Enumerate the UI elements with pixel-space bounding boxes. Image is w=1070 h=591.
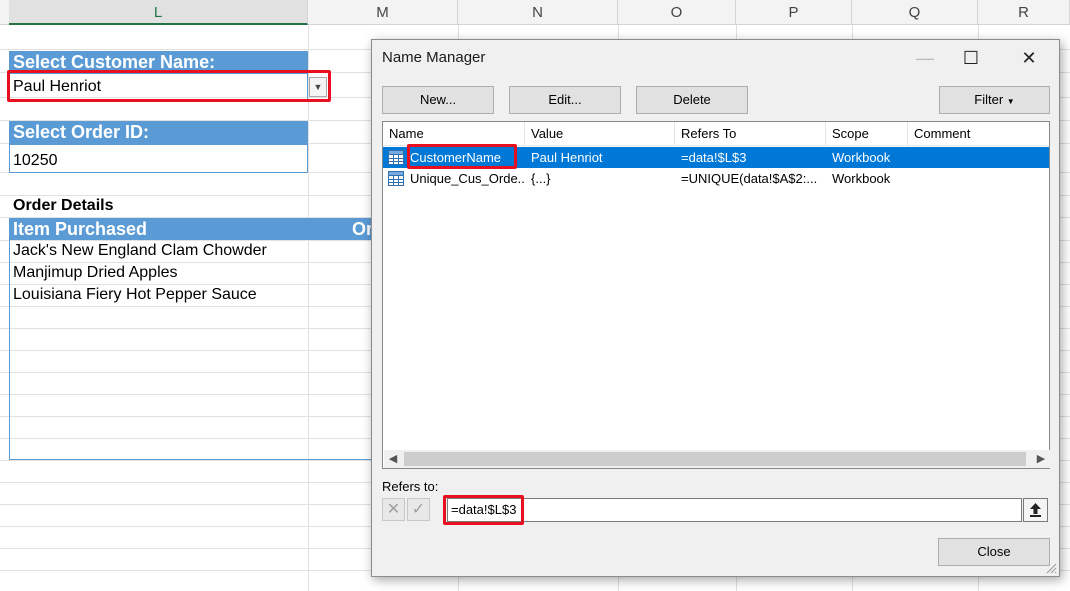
column-header-o[interactable]: O	[618, 0, 736, 25]
refers-to-label: Refers to:	[382, 479, 439, 494]
column-refers-to[interactable]: Refers To	[675, 122, 826, 146]
column-header-m[interactable]: M	[308, 0, 458, 25]
column-scope[interactable]: Scope	[826, 122, 908, 146]
customer-highlight-box	[7, 70, 331, 102]
order-id-cell[interactable]: 10250	[9, 150, 58, 172]
cancel-edit-icon[interactable]: ✕	[382, 498, 405, 521]
upload-arrow-icon	[1030, 503, 1041, 517]
scope-cell: Workbook	[832, 171, 891, 186]
column-header-bar: L M N O P Q R	[0, 0, 1070, 25]
name-cell: Unique_Cus_Orde...	[410, 171, 524, 186]
scroll-left-icon[interactable]: ◀	[384, 450, 402, 468]
scroll-thumb[interactable]	[404, 452, 1026, 466]
edit-button[interactable]: Edit...	[509, 86, 621, 114]
column-header-p[interactable]: P	[736, 0, 852, 25]
value-cell: {...}	[531, 171, 551, 186]
order-details-label: Order Details	[13, 197, 114, 214]
column-header-q[interactable]: Q	[852, 0, 978, 25]
names-list[interactable]: Name Value Refers To Scope Comment Custo…	[382, 121, 1050, 469]
column-name[interactable]: Name	[383, 122, 525, 146]
filter-button[interactable]: Filter ▼	[939, 86, 1050, 114]
resize-grip-icon[interactable]	[1045, 562, 1057, 574]
close-button[interactable]: Close	[938, 538, 1050, 566]
value-cell: Paul Henriot	[531, 150, 603, 165]
list-header: Name Value Refers To Scope Comment	[383, 122, 1049, 146]
dialog-title: Name Manager	[382, 49, 486, 66]
delete-button[interactable]: Delete	[636, 86, 748, 114]
select-order-label: Select Order ID:	[9, 121, 308, 144]
minimize-icon[interactable]: —	[902, 40, 948, 76]
item-purchased-header-text: Item Purchased	[13, 219, 148, 239]
filter-button-label: Filter	[974, 92, 1004, 107]
comment-cell	[914, 168, 1044, 189]
column-value[interactable]: Value	[525, 122, 675, 146]
table-icon	[388, 150, 404, 165]
close-icon[interactable]: ✕	[1006, 40, 1052, 76]
confirm-edit-icon[interactable]: ✓	[407, 498, 430, 521]
name-highlight-box	[407, 144, 517, 169]
comment-cell	[914, 147, 1044, 168]
column-header-r[interactable]: R	[978, 0, 1070, 25]
item-purchased-header: Item Purchased Or	[9, 218, 374, 240]
list-item[interactable]: Unique_Cus_Orde... {...} =UNIQUE(data!$A…	[383, 168, 1049, 189]
item-row[interactable]: Manjimup Dried Apples	[9, 262, 178, 284]
name-manager-dialog: Name Manager — ☐ ✕ New... Edit... Delete…	[371, 39, 1060, 577]
refers-to-highlight-box	[443, 495, 524, 525]
refers-to-cell: =UNIQUE(data!$A$2:...	[681, 171, 818, 186]
chevron-down-icon: ▼	[1006, 97, 1015, 106]
refers-to-cell: =data!$L$3	[681, 150, 747, 165]
maximize-icon[interactable]: ☐	[948, 40, 994, 76]
item-row[interactable]: Louisiana Fiery Hot Pepper Sauce	[9, 284, 257, 306]
scroll-right-icon[interactable]: ▶	[1032, 450, 1050, 468]
item-row[interactable]: Jack's New England Clam Chowder	[9, 240, 267, 262]
refers-to-input[interactable]: =data!$L$3	[447, 498, 1022, 522]
truncated-column-header: Or	[352, 219, 374, 239]
new-button[interactable]: New...	[382, 86, 494, 114]
table-icon	[388, 171, 404, 186]
horizontal-scrollbar[interactable]: ◀ ▶	[384, 450, 1050, 468]
collapse-dialog-button[interactable]	[1023, 498, 1048, 522]
scope-cell: Workbook	[832, 150, 891, 165]
column-header-n[interactable]: N	[458, 0, 618, 25]
column-header-l[interactable]: L	[9, 0, 308, 25]
column-comment[interactable]: Comment	[908, 122, 1049, 146]
